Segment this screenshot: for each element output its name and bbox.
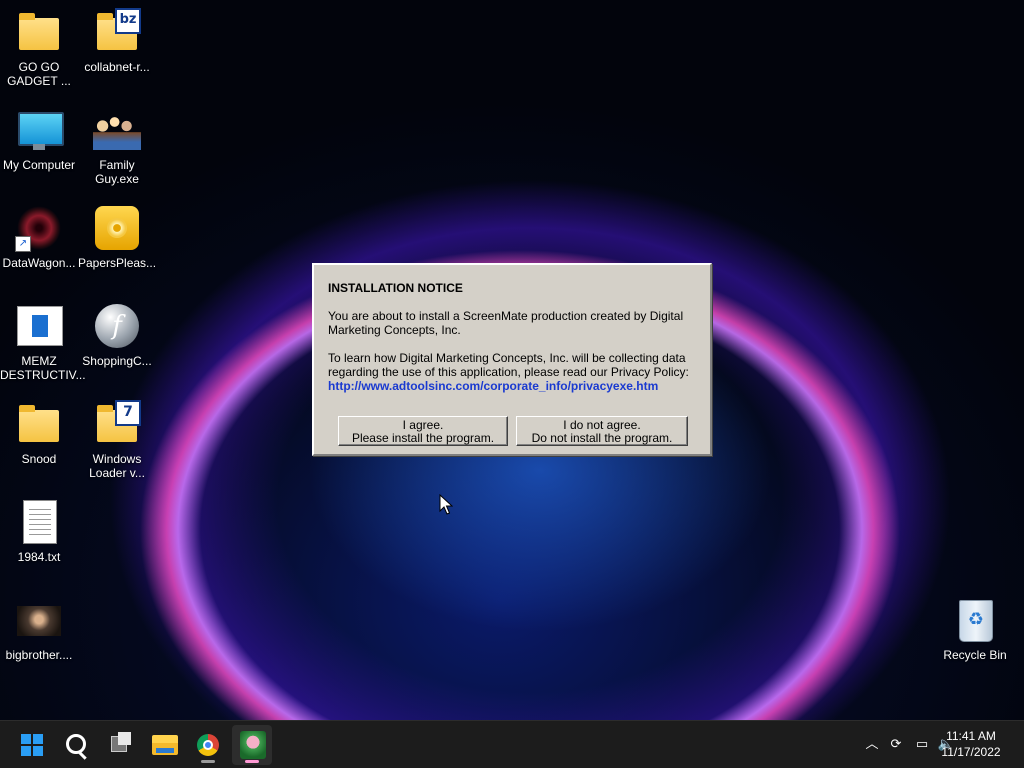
desktop-icon-papers-please[interactable]: PapersPleas... xyxy=(78,204,156,270)
mouse-cursor-icon xyxy=(439,494,453,515)
dialog-privacy-text: To learn how Digital Marketing Concepts,… xyxy=(328,351,690,393)
search-button[interactable] xyxy=(56,725,96,765)
sync-icon[interactable]: ⟳ xyxy=(886,735,906,755)
flash-icon: f xyxy=(93,302,141,350)
taskbar: ︿ ⟳ ▭ 🔈 11:41 AM 11/17/2022 xyxy=(0,720,1024,768)
search-icon xyxy=(66,734,86,754)
desktop: GO GO GADGET ... My Computer ↗ DataWagon… xyxy=(0,0,1024,720)
desktop-icon-datawagon[interactable]: ↗ DataWagon... xyxy=(0,204,78,270)
desktop-icon-snood[interactable]: Snood xyxy=(0,400,78,466)
network-icon[interactable]: ▭ xyxy=(912,735,932,755)
screenmate-app-button[interactable] xyxy=(232,725,272,765)
running-indicator xyxy=(201,760,215,763)
desktop-icon-family-guy[interactable]: Family Guy.exe xyxy=(78,106,156,186)
archive-folder-icon: 7 xyxy=(93,400,141,448)
task-view-button[interactable] xyxy=(100,725,140,765)
start-button[interactable] xyxy=(12,725,52,765)
start-icon xyxy=(21,734,43,756)
folder-icon xyxy=(15,400,63,448)
screenmate-app-icon xyxy=(240,731,266,759)
recycle-bin-icon xyxy=(951,596,999,644)
chrome-button[interactable] xyxy=(188,725,228,765)
desktop-icon-label: collabnet-r... xyxy=(84,60,150,74)
disagree-cancel-button[interactable]: I do not agree. Do not install the progr… xyxy=(516,416,688,446)
active-indicator xyxy=(245,760,259,763)
photo-icon xyxy=(15,596,63,644)
folder-icon xyxy=(15,8,63,56)
system-tray: ︿ ⟳ ▭ 🔈 11:41 AM 11/17/2022 xyxy=(824,721,1024,768)
monitor-icon xyxy=(15,106,64,154)
family-guy-icon xyxy=(93,106,141,154)
desktop-icon-label: My Computer xyxy=(2,158,76,172)
desktop-icon-bigbrother[interactable]: bigbrother.... xyxy=(0,596,78,662)
file-explorer-icon xyxy=(152,735,178,755)
desktop-icon-recycle-bin[interactable]: Recycle Bin xyxy=(936,596,1014,662)
dialog-title: INSTALLATION NOTICE xyxy=(328,281,463,295)
chevron-up-icon[interactable]: ︿ xyxy=(862,735,882,755)
dialog-intro-text: You are about to install a ScreenMate pr… xyxy=(328,309,684,337)
desktop-icon-label: DataWagon... xyxy=(2,256,76,270)
desktop-icon-label: Snood xyxy=(21,452,57,466)
desktop-icon-label: GO GO GADGET ... xyxy=(7,60,71,88)
clock-date[interactable]: 11/17/2022 xyxy=(936,745,1006,759)
desktop-icon-my-computer[interactable]: My Computer xyxy=(0,106,78,172)
desktop-icon-memz[interactable]: MEMZ DESTRUCTIV... xyxy=(0,302,86,382)
clock-time[interactable]: 11:41 AM xyxy=(936,729,1006,743)
file-explorer-button[interactable] xyxy=(144,725,184,765)
text-file-icon xyxy=(15,498,63,546)
desktop-icon-label: bigbrother.... xyxy=(5,648,73,662)
desktop-icon-1984-txt[interactable]: 1984.txt xyxy=(0,498,78,564)
zip-folder-icon: bz xyxy=(93,8,141,56)
desktop-icon-shopping[interactable]: f ShoppingC... xyxy=(78,302,156,368)
desktop-icon-label: MEMZ DESTRUCTIV... xyxy=(0,354,86,382)
shortcut-arrow-icon: ↗ xyxy=(15,236,31,252)
desktop-icon-label: Recycle Bin xyxy=(943,648,1007,662)
agree-install-button[interactable]: I agree. Please install the program. xyxy=(338,416,508,446)
web-icon: ↗ xyxy=(15,204,63,252)
installation-notice-dialog: INSTALLATION NOTICE You are about to ins… xyxy=(312,263,712,456)
desktop-icon-go-go-gadget[interactable]: GO GO GADGET ... xyxy=(0,8,78,88)
desktop-icon-windows-loader[interactable]: 7 Windows Loader v... xyxy=(78,400,156,480)
desktop-icon-label: PapersPleas... xyxy=(78,256,157,270)
desktop-icon-label: Family Guy.exe xyxy=(95,158,139,186)
disc-icon xyxy=(93,204,141,252)
privacy-policy-link[interactable]: http://www.adtoolsinc.com/corporate_info… xyxy=(328,379,690,393)
privacy-explanation: To learn how Digital Marketing Concepts,… xyxy=(328,351,689,379)
desktop-icon-label: 1984.txt xyxy=(17,550,61,564)
task-view-icon xyxy=(111,732,131,752)
window-app-icon xyxy=(15,302,63,350)
desktop-icon-collabnet[interactable]: bz collabnet-r... xyxy=(78,8,156,74)
desktop-icon-label: Windows Loader v... xyxy=(89,452,145,480)
chrome-icon xyxy=(197,734,219,756)
desktop-icon-label: ShoppingC... xyxy=(82,354,152,368)
